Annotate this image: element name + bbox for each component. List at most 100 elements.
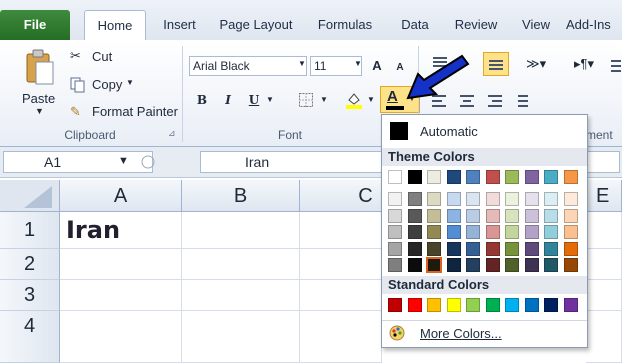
theme-shade-swatch[interactable] <box>466 241 480 256</box>
borders-icon[interactable] <box>298 92 314 108</box>
tab-home[interactable]: Home <box>84 10 146 41</box>
theme-shade-swatch[interactable] <box>466 225 480 239</box>
standard-color-swatch[interactable] <box>563 298 578 312</box>
theme-shade-swatch[interactable] <box>407 192 422 206</box>
italic-button[interactable]: I <box>218 90 238 110</box>
theme-shade-swatch[interactable] <box>388 225 402 239</box>
theme-shade-swatch[interactable] <box>544 241 558 256</box>
paste-button[interactable]: Paste <box>22 91 55 106</box>
paragraph-direction-icon[interactable]: ▸¶▾ <box>574 56 594 72</box>
standard-color-swatch[interactable] <box>388 298 402 312</box>
standard-color-swatch[interactable] <box>407 298 422 312</box>
tab-data[interactable]: Data <box>392 12 438 38</box>
cell-c4[interactable] <box>300 311 382 363</box>
theme-color-swatch[interactable] <box>544 170 558 184</box>
tab-file[interactable]: File <box>0 10 70 40</box>
theme-shade-swatch[interactable] <box>466 208 480 223</box>
theme-color-swatch[interactable] <box>485 170 500 184</box>
theme-shade-swatch[interactable] <box>446 258 461 272</box>
automatic-color-option[interactable]: Automatic <box>384 118 583 144</box>
tab-add-ins[interactable]: Add-Ins <box>566 12 622 38</box>
theme-shade-swatch[interactable] <box>446 192 461 206</box>
standard-color-swatch[interactable] <box>427 298 441 312</box>
theme-color-swatch[interactable] <box>407 170 422 184</box>
select-all-corner[interactable] <box>0 180 60 212</box>
theme-shade-swatch[interactable] <box>524 225 539 239</box>
theme-shade-swatch[interactable] <box>407 225 422 239</box>
column-header-e[interactable]: E <box>586 180 622 212</box>
theme-shade-swatch[interactable] <box>407 258 422 272</box>
theme-shade-swatch[interactable] <box>407 208 422 223</box>
theme-shade-swatch[interactable] <box>544 208 558 223</box>
copy-button[interactable]: Copy <box>92 77 122 92</box>
underline-dropdown-icon[interactable]: ▼ <box>266 95 274 104</box>
orientation-icon[interactable]: ≫▾ <box>526 56 546 72</box>
fill-color-icon[interactable] <box>344 90 364 110</box>
theme-shade-swatch[interactable] <box>563 225 578 239</box>
theme-shade-swatch[interactable] <box>388 258 402 272</box>
selected-color-swatch[interactable] <box>426 257 442 273</box>
theme-shade-swatch[interactable] <box>544 225 558 239</box>
cell-b2[interactable] <box>182 249 300 280</box>
copy-dropdown-icon[interactable]: ▼ <box>126 78 134 87</box>
wrap-text-icon[interactable] <box>611 58 621 74</box>
theme-color-swatch[interactable] <box>524 170 539 184</box>
tab-view[interactable]: View <box>514 12 558 38</box>
theme-color-swatch[interactable] <box>505 170 519 184</box>
font-size-dropdown-icon[interactable]: ▼ <box>354 59 362 68</box>
more-colors-option[interactable]: More Colors... <box>384 323 583 345</box>
standard-color-swatch[interactable] <box>446 298 461 312</box>
theme-shade-swatch[interactable] <box>407 241 422 256</box>
row-header-3[interactable]: 3 <box>0 280 60 311</box>
theme-color-swatch[interactable] <box>466 170 480 184</box>
font-name-dropdown-icon[interactable]: ▼ <box>298 59 306 68</box>
separator-grip-icon[interactable] <box>140 152 160 172</box>
cell-a2[interactable] <box>60 249 182 280</box>
cell-c3[interactable] <box>300 280 382 311</box>
name-box-dropdown-icon[interactable]: ▼ <box>118 155 129 167</box>
font-name-field[interactable]: Arial Black <box>189 56 307 76</box>
theme-shade-swatch[interactable] <box>466 192 480 206</box>
theme-color-swatch[interactable] <box>446 170 461 184</box>
theme-shade-swatch[interactable] <box>505 208 519 223</box>
theme-shade-swatch[interactable] <box>446 225 461 239</box>
theme-shade-swatch[interactable] <box>485 241 500 256</box>
tab-page-layout[interactable]: Page Layout <box>212 12 300 38</box>
theme-shade-swatch[interactable] <box>388 241 402 256</box>
row-header-1[interactable]: 1 <box>0 212 60 249</box>
cell-e1[interactable] <box>586 212 622 249</box>
theme-shade-swatch[interactable] <box>544 258 558 272</box>
column-header-b[interactable]: B <box>182 180 300 212</box>
grow-font-button[interactable]: A <box>367 56 387 76</box>
theme-shade-swatch[interactable] <box>485 192 500 206</box>
standard-color-swatch[interactable] <box>544 298 558 312</box>
cell-b4[interactable] <box>182 311 300 363</box>
theme-shade-swatch[interactable] <box>544 192 558 206</box>
cell-c2[interactable] <box>300 249 382 280</box>
theme-color-swatch[interactable] <box>388 170 402 184</box>
cell-b1[interactable] <box>182 212 300 249</box>
theme-shade-swatch[interactable] <box>524 241 539 256</box>
theme-shade-swatch[interactable] <box>563 258 578 272</box>
theme-shade-swatch[interactable] <box>563 241 578 256</box>
underline-button[interactable]: U <box>244 90 264 110</box>
theme-shade-swatch[interactable] <box>446 208 461 223</box>
theme-shade-swatch[interactable] <box>446 241 461 256</box>
fill-color-dropdown-icon[interactable]: ▼ <box>367 95 375 104</box>
theme-shade-swatch[interactable] <box>563 208 578 223</box>
theme-color-swatch[interactable] <box>427 170 441 184</box>
tab-review[interactable]: Review <box>446 12 506 38</box>
borders-dropdown-icon[interactable]: ▼ <box>320 95 328 104</box>
dialog-launcher-icon[interactable]: ⊿ <box>168 128 176 139</box>
tab-insert[interactable]: Insert <box>152 12 207 38</box>
cell-a3[interactable] <box>60 280 182 311</box>
paste-icon[interactable] <box>22 48 56 88</box>
paste-dropdown-icon[interactable]: ▼ <box>35 106 44 116</box>
cell-e4[interactable] <box>586 311 622 363</box>
theme-shade-swatch[interactable] <box>524 192 539 206</box>
bold-button[interactable]: B <box>192 90 212 110</box>
cell-e3[interactable] <box>586 280 622 311</box>
cell-e2[interactable] <box>586 249 622 280</box>
theme-shade-swatch[interactable] <box>524 258 539 272</box>
cell-b3[interactable] <box>182 280 300 311</box>
